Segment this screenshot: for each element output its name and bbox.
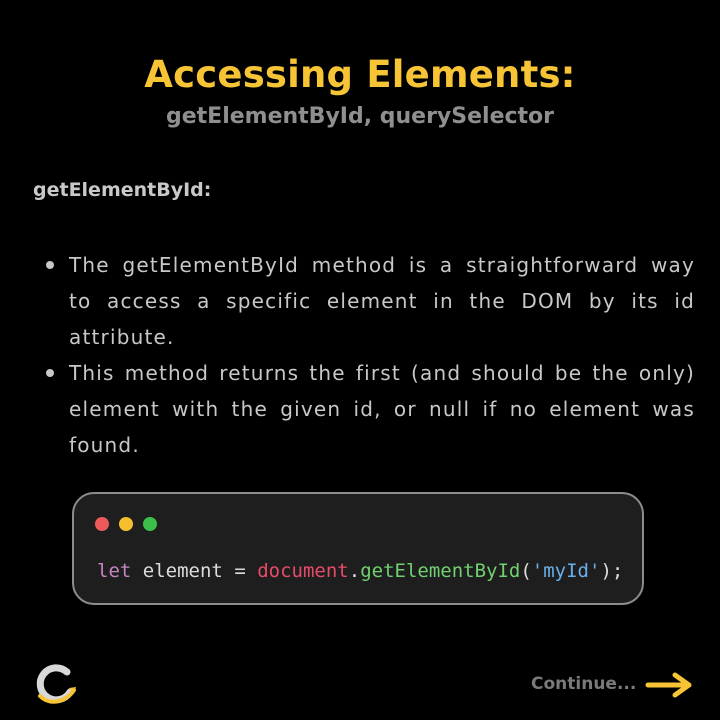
slide: Accessing Elements: getElementById, quer… — [0, 0, 720, 720]
page-title: Accessing Elements: — [144, 53, 576, 96]
continue-label: Continue... — [531, 674, 637, 694]
bullet-text: The getElementById method is a straightf… — [69, 253, 695, 349]
code-string: 'myId' — [531, 560, 601, 582]
code-paren-open: ( — [520, 560, 532, 582]
minimize-dot-icon — [119, 517, 133, 531]
code-operator: = — [234, 560, 246, 582]
list-item: The getElementById method is a straightf… — [33, 247, 695, 355]
bullet-list: The getElementById method is a straightf… — [33, 247, 695, 463]
bullet-icon — [46, 261, 54, 269]
close-dot-icon — [95, 517, 109, 531]
page-subtitle: getElementById, querySelector — [165, 104, 555, 129]
logo-c-icon — [36, 664, 76, 704]
maximize-dot-icon — [143, 517, 157, 531]
code-line: let element = document.getElementById('m… — [97, 560, 623, 582]
list-item: This method returns the first (and shoul… — [33, 355, 695, 463]
window-controls — [95, 517, 157, 531]
code-method: getElementById — [360, 560, 521, 582]
code-object: document — [257, 560, 349, 582]
code-keyword: let — [97, 560, 132, 582]
code-dot: . — [348, 560, 361, 582]
bullet-icon — [46, 369, 54, 377]
bullet-text: This method returns the first (and shoul… — [69, 361, 695, 457]
code-window: let element = document.getElementById('m… — [72, 492, 644, 605]
arrow-right-icon — [645, 672, 692, 698]
code-variable: element — [142, 560, 223, 582]
section-heading: getElementById: — [33, 179, 212, 201]
code-paren-close: ); — [600, 560, 624, 582]
